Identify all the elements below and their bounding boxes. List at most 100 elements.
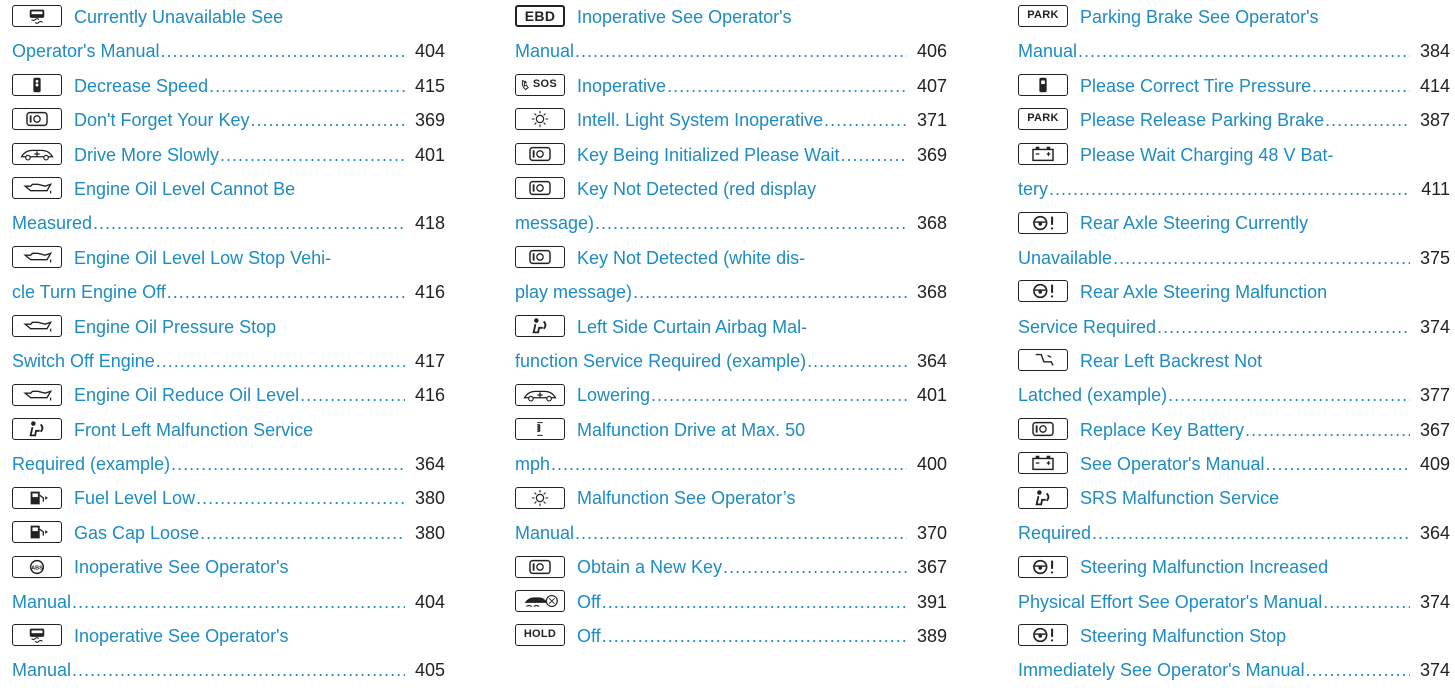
index-entry-text[interactable]: Off	[577, 626, 601, 646]
index-entry-text[interactable]: Switch Off Engine	[12, 351, 155, 371]
index-entry-line[interactable]: Left Side Curtain Airbag Mal-	[515, 310, 947, 344]
index-entry-text[interactable]: Inoperative See Operator's	[74, 557, 289, 577]
page-number[interactable]: 407	[911, 69, 947, 103]
index-entry-text[interactable]: Required (example)	[12, 454, 170, 474]
index-entry-line[interactable]: SRS Malfunction Service	[1018, 481, 1450, 515]
index-entry-line[interactable]: Engine Oil Pressure Stop	[12, 310, 445, 344]
index-entry-line[interactable]: Engine Oil Level Cannot Be	[12, 172, 445, 206]
index-entry-line[interactable]: Fuel Level Low 380	[12, 481, 445, 515]
index-entry-line[interactable]: function Service Required (example) 364	[515, 344, 947, 378]
index-entry-line[interactable]: Latched (example) 377	[1018, 378, 1450, 412]
index-entry-text[interactable]: Lowering	[577, 385, 650, 405]
index-entry-text[interactable]: See Operator's Manual	[1080, 454, 1265, 474]
index-entry-text[interactable]: Intell. Light System Inoperative	[577, 110, 823, 130]
index-entry-text[interactable]: Please Wait Charging 48 V Bat-	[1080, 145, 1333, 165]
index-entry-line[interactable]: Steering Malfunction Increased	[1018, 550, 1450, 584]
index-entry-text[interactable]: Required	[1018, 523, 1091, 543]
index-entry-line[interactable]: Manual 406	[515, 34, 947, 68]
index-entry-line[interactable]: Gas Cap Loose 380	[12, 516, 445, 550]
page-number[interactable]: 380	[409, 481, 445, 515]
page-number[interactable]: 368	[911, 206, 947, 240]
index-entry-line[interactable]: Physical Effort See Operator's Manual 374	[1018, 585, 1450, 619]
index-entry-line[interactable]: PARK Please Release Parking Brake 387	[1018, 103, 1450, 137]
page-number[interactable]: 409	[1414, 447, 1450, 481]
page-number[interactable]: 406	[911, 34, 947, 68]
index-entry-text[interactable]: Currently Unavailable See	[74, 7, 283, 27]
index-entry-line[interactable]: Service Required 374	[1018, 310, 1450, 344]
index-entry-line[interactable]: tery 411	[1018, 172, 1450, 206]
page-number[interactable]: 414	[1414, 69, 1450, 103]
index-entry-text[interactable]: Malfunction Drive at Max. 50	[577, 420, 805, 440]
index-entry-text[interactable]: Inoperative See Operator's	[74, 626, 289, 646]
page-number[interactable]: 411	[1414, 172, 1450, 206]
index-entry-line[interactable]: Rear Axle Steering Currently	[1018, 206, 1450, 240]
index-entry-text[interactable]: Decrease Speed	[74, 76, 208, 96]
page-number[interactable]: 367	[1414, 413, 1450, 447]
index-entry-line[interactable]: Please Correct Tire Pressure 414	[1018, 69, 1450, 103]
index-entry-line[interactable]: ABS Inoperative See Operator's	[12, 550, 445, 584]
index-entry-line[interactable]: Required (example) 364	[12, 447, 445, 481]
index-entry-line[interactable]: Intell. Light System Inoperative 371	[515, 103, 947, 137]
index-entry-text[interactable]: Immediately See Operator's Manual	[1018, 660, 1305, 680]
index-entry-text[interactable]: Inoperative	[577, 76, 666, 96]
index-entry-text[interactable]: Manual	[515, 41, 574, 61]
index-entry-line[interactable]: Lowering 401	[515, 378, 947, 412]
index-entry-line[interactable]: Manual 370	[515, 516, 947, 550]
index-entry-text[interactable]: play message)	[515, 282, 632, 302]
page-number[interactable]: 418	[409, 206, 445, 240]
index-entry-line[interactable]: cle Turn Engine Off 416	[12, 275, 445, 309]
index-entry-line[interactable]: mph 400	[515, 447, 947, 481]
index-entry-text[interactable]: Engine Oil Pressure Stop	[74, 317, 276, 337]
index-entry-text[interactable]: Key Being Initialized Please Wait	[577, 145, 839, 165]
page-number[interactable]: 371	[911, 103, 947, 137]
index-entry-text[interactable]: Service Required	[1018, 317, 1156, 337]
index-entry-text[interactable]: Steering Malfunction Increased	[1080, 557, 1328, 577]
index-entry-text[interactable]: Replace Key Battery	[1080, 420, 1244, 440]
index-entry-line[interactable]: Decrease Speed 415	[12, 69, 445, 103]
index-entry-text[interactable]: tery	[1018, 179, 1048, 199]
index-entry-line[interactable]: Engine Oil Level Low Stop Vehi-	[12, 241, 445, 275]
page-number[interactable]: 384	[1414, 34, 1450, 68]
page-number[interactable]: 404	[409, 585, 445, 619]
index-entry-text[interactable]: Rear Axle Steering Malfunction	[1080, 282, 1327, 302]
page-number[interactable]: 369	[409, 103, 445, 137]
index-entry-line[interactable]: Key Not Detected (white dis-	[515, 241, 947, 275]
index-entry-text[interactable]: Malfunction See Operator’s	[577, 488, 795, 508]
index-entry-line[interactable]: Measured 418	[12, 206, 445, 240]
index-entry-text[interactable]: Gas Cap Loose	[74, 523, 199, 543]
index-entry-text[interactable]: mph	[515, 454, 550, 474]
page-number[interactable]: 374	[1414, 310, 1450, 344]
index-entry-text[interactable]: function Service Required (example)	[515, 351, 806, 371]
index-entry-text[interactable]: Parking Brake See Operator's	[1080, 7, 1319, 27]
index-entry-text[interactable]: Physical Effort See Operator's Manual	[1018, 592, 1322, 612]
index-entry-line[interactable]: Operator's Manual 404	[12, 34, 445, 68]
index-entry-text[interactable]: Manual	[12, 660, 71, 680]
index-entry-text[interactable]: Rear Left Backrest Not	[1080, 351, 1262, 371]
page-number[interactable]: 374	[1414, 653, 1450, 687]
index-entry-text[interactable]: Front Left Malfunction Service	[74, 420, 313, 440]
index-entry-text[interactable]: Latched (example)	[1018, 385, 1167, 405]
index-entry-line[interactable]: EBD Inoperative See Operator's	[515, 0, 947, 34]
index-entry-text[interactable]: cle Turn Engine Off	[12, 282, 166, 302]
index-entry-text[interactable]: Key Not Detected (red display	[577, 179, 816, 199]
index-entry-line[interactable]: Off 391	[515, 585, 947, 619]
index-entry-line[interactable]: Obtain a New Key 367	[515, 550, 947, 584]
index-entry-text[interactable]: Measured	[12, 213, 92, 233]
index-entry-line[interactable]: play message) 368	[515, 275, 947, 309]
index-entry-text[interactable]: Manual	[515, 523, 574, 543]
index-entry-text[interactable]: Drive More Slowly	[74, 145, 219, 165]
page-number[interactable]: 401	[911, 378, 947, 412]
index-entry-text[interactable]: Engine Oil Reduce Oil Level	[74, 385, 299, 405]
index-entry-line[interactable]: Manual 384	[1018, 34, 1450, 68]
index-entry-text[interactable]: Key Not Detected (white dis-	[577, 248, 805, 268]
index-entry-line[interactable]: Please Wait Charging 48 V Bat-	[1018, 138, 1450, 172]
index-entry-line[interactable]: Inoperative See Operator's	[12, 619, 445, 653]
index-entry-text[interactable]: Inoperative See Operator's	[577, 7, 792, 27]
index-entry-text[interactable]: Off	[577, 592, 601, 612]
page-number[interactable]: 404	[409, 34, 445, 68]
index-entry-line[interactable]: Switch Off Engine 417	[12, 344, 445, 378]
page-number[interactable]: 369	[911, 138, 947, 172]
index-entry-line[interactable]: Front Left Malfunction Service	[12, 413, 445, 447]
page-number[interactable]: 417	[409, 344, 445, 378]
index-entry-line[interactable]: Malfunction See Operator’s	[515, 481, 947, 515]
